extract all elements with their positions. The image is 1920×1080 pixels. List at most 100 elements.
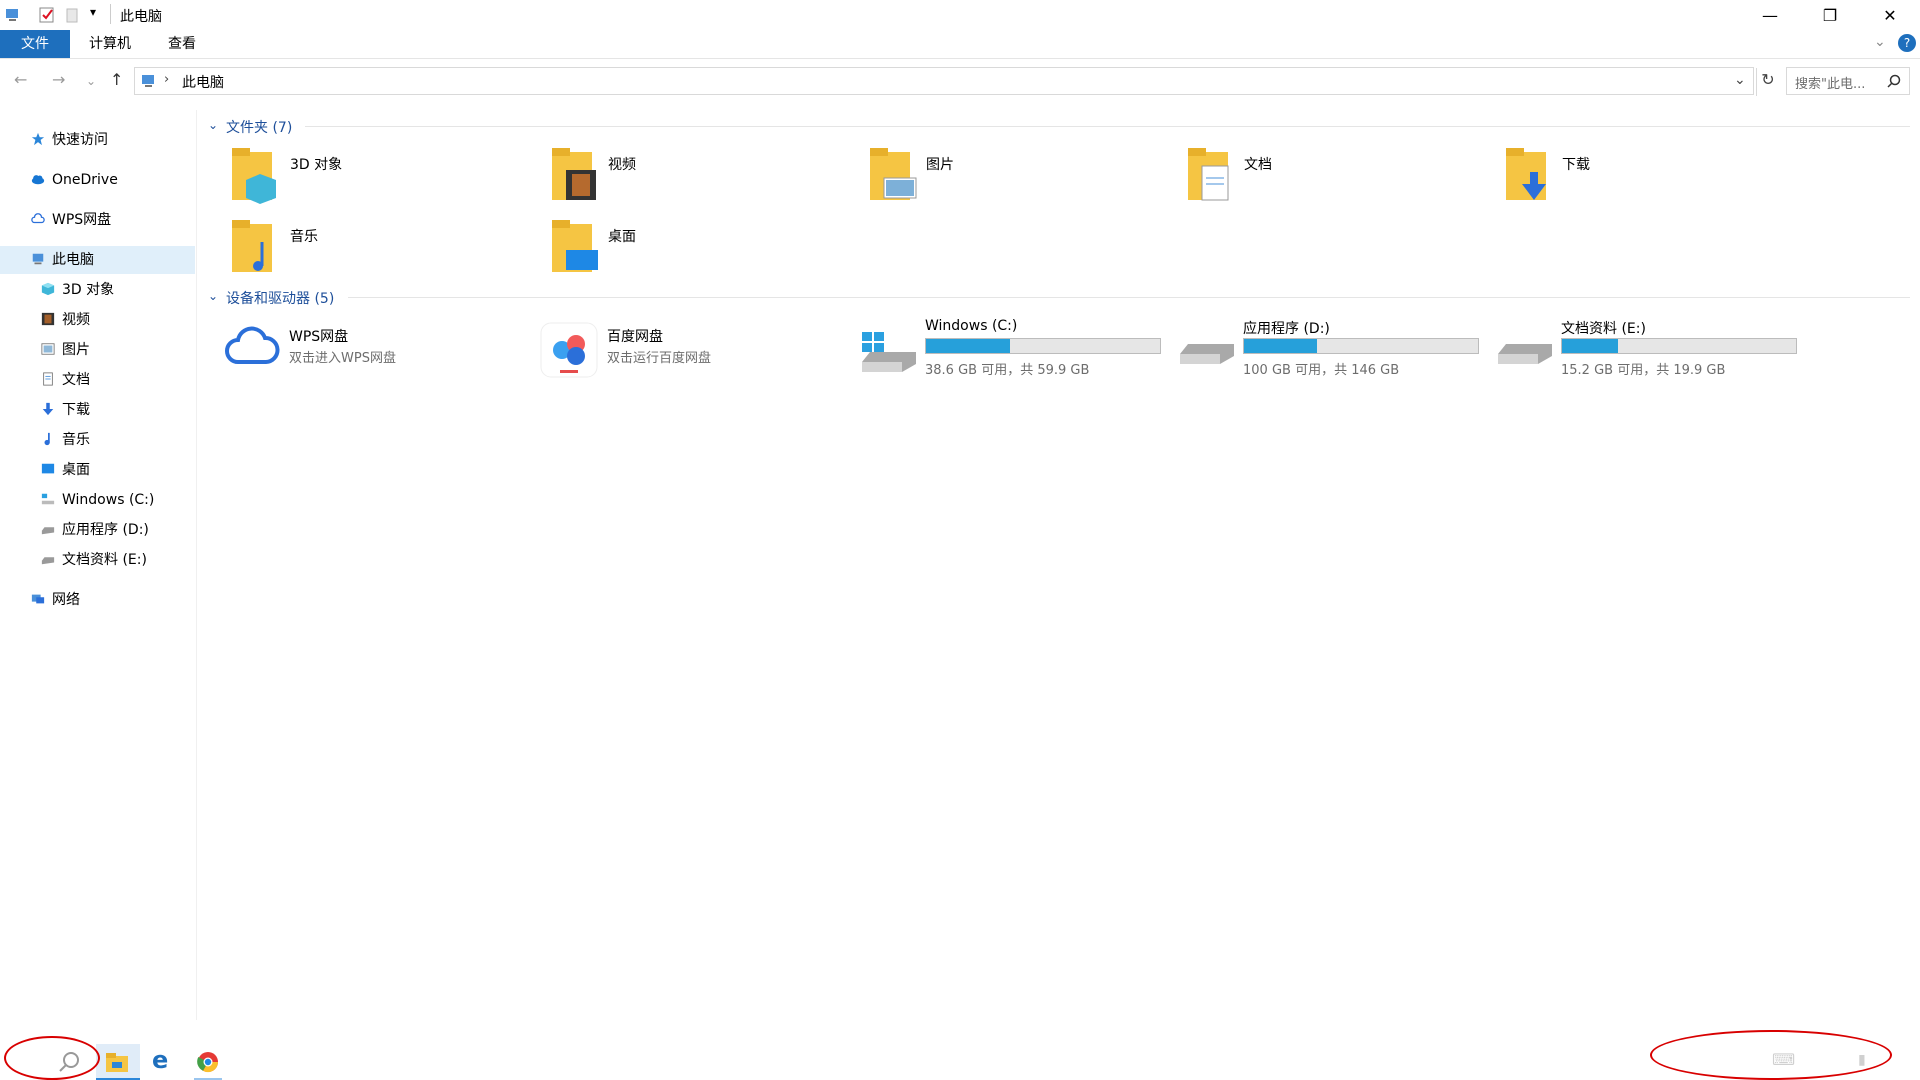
search-icon (1887, 74, 1901, 88)
sidebar-item-music[interactable]: 音乐 (40, 426, 90, 454)
drive-icon (41, 527, 55, 535)
device-drive-c[interactable]: Windows (C:) 38.6 GB 可用，共 59.9 GB (860, 314, 1161, 378)
downloads-folder-icon (1506, 148, 1546, 200)
windows-drive-icon (862, 332, 916, 372)
sidebar-item-label: 图片 (62, 342, 90, 358)
sidebar-item-documents[interactable]: 文档 (40, 366, 90, 394)
taskbar (0, 1040, 1920, 1080)
help-icon[interactable]: ? (1898, 34, 1916, 52)
folder-label: 视频 (608, 157, 636, 173)
annotation-oval (1650, 1030, 1892, 1080)
folder-label: 图片 (926, 157, 954, 173)
device-sub: 双击进入WPS网盘 (289, 351, 396, 366)
sidebar-item-quick-access[interactable]: 快速访问 (30, 126, 108, 154)
computer-icon (32, 253, 44, 265)
maximize-button[interactable]: ❐ (1800, 0, 1860, 30)
search-input[interactable]: 搜索"此电... (1786, 67, 1910, 95)
expand-ribbon-icon[interactable]: ⌄ (1874, 34, 1886, 50)
folder-pictures[interactable]: 图片 (870, 148, 1170, 208)
divider (348, 297, 1910, 298)
documents-folder-icon (1188, 148, 1229, 201)
file-explorer-icon[interactable] (104, 1050, 130, 1074)
network-icon (31, 594, 45, 604)
device-drive-d[interactable]: 应用程序 (D:) 100 GB 可用，共 146 GB (1178, 314, 1479, 378)
up-arrow-icon[interactable]: ↑ (110, 70, 123, 89)
sidebar-item-label: 音乐 (62, 432, 90, 448)
cloud-outline-icon (31, 213, 45, 224)
tab-computer[interactable]: 计算机 (76, 30, 144, 58)
collapse-chevron-icon[interactable]: ⌄ (208, 118, 218, 132)
sidebar-item-3d-objects[interactable]: 3D 对象 (40, 276, 114, 304)
sidebar-item-label: WPS网盘 (52, 212, 112, 228)
address-dropdown-icon[interactable]: ⌄ (1734, 72, 1746, 88)
document-icon (43, 372, 53, 386)
divider (110, 4, 111, 24)
drive-icon (1498, 344, 1552, 364)
tab-view[interactable]: 查看 (150, 30, 214, 58)
recent-locations-icon[interactable]: ⌄ (86, 74, 96, 88)
device-label: 文档资料 (E:) (1561, 321, 1646, 337)
edge-icon[interactable]: e (152, 1046, 168, 1074)
collapse-chevron-icon[interactable]: ⌄ (208, 289, 218, 303)
group-header-folders[interactable]: 文件夹 (7) (226, 117, 292, 137)
quick-access-dropdown-icon[interactable]: ▾ (90, 5, 96, 19)
device-label: 应用程序 (D:) (1243, 321, 1330, 337)
sidebar-item-drive-d[interactable]: 应用程序 (D:) (40, 516, 149, 544)
minimize-button[interactable]: — (1740, 0, 1800, 30)
folder-documents[interactable]: 文档 (1188, 148, 1488, 208)
sidebar-item-wps-cloud[interactable]: WPS网盘 (30, 206, 111, 234)
breadcrumb-chevron-icon[interactable]: › (164, 72, 169, 87)
sidebar-item-label: 桌面 (62, 462, 90, 478)
sidebar-item-videos[interactable]: 视频 (40, 306, 90, 334)
desktop-folder-icon (552, 220, 598, 272)
address-bar[interactable] (134, 67, 1754, 95)
refresh-icon[interactable]: ↻ (1756, 70, 1780, 89)
folder-downloads[interactable]: 下载 (1506, 148, 1806, 208)
sidebar-item-label: 快速访问 (52, 132, 108, 148)
drive-usage-bar (1561, 338, 1797, 354)
computer-icon (6, 9, 18, 21)
drive-usage-fill (926, 339, 1011, 353)
drive-icon (41, 557, 55, 565)
folder-3d-objects[interactable]: 3D 对象 (232, 148, 532, 208)
sidebar-item-onedrive[interactable]: OneDrive (30, 166, 118, 194)
device-sub: 双击运行百度网盘 (607, 351, 712, 366)
sidebar-item-desktop[interactable]: 桌面 (40, 456, 90, 484)
folder-videos[interactable]: 视频 (552, 148, 852, 208)
sidebar-item-drive-e[interactable]: 文档资料 (E:) (40, 546, 147, 574)
pictures-folder-icon (870, 148, 917, 200)
drive-usage-fill (1244, 339, 1317, 353)
tab-file[interactable]: 文件 (0, 30, 70, 58)
device-wps-cloud[interactable]: WPS网盘 双击进入WPS网盘 (222, 318, 522, 374)
folder-music[interactable]: 音乐 (232, 220, 532, 280)
sidebar-item-network[interactable]: 网络 (30, 586, 80, 614)
new-folder-icon[interactable] (64, 6, 82, 24)
device-sub: 100 GB 可用，共 146 GB (1243, 363, 1400, 378)
device-drive-e[interactable]: 文档资料 (E:) 15.2 GB 可用，共 19.9 GB (1496, 314, 1797, 378)
properties-icon[interactable] (38, 6, 56, 24)
film-icon (41, 312, 55, 326)
device-baidu-netdisk[interactable]: 百度网盘 双击运行百度网盘 (540, 318, 840, 378)
computer-icon (142, 75, 154, 87)
3d-objects-folder-icon (232, 148, 276, 204)
windows-drive-icon (41, 493, 55, 505)
picture-icon (41, 343, 55, 355)
sidebar-item-drive-c[interactable]: Windows (C:) (40, 486, 154, 514)
folder-label: 音乐 (290, 229, 318, 245)
forward-arrow-icon[interactable]: → (52, 70, 65, 89)
folder-label: 桌面 (608, 229, 636, 245)
breadcrumb[interactable]: 此电脑 (182, 72, 224, 92)
title-bar: ▾ 此电脑 — ❐ ✕ (0, 0, 1920, 30)
music-folder-icon (232, 220, 272, 272)
close-button[interactable]: ✕ (1860, 0, 1920, 30)
folder-desktop[interactable]: 桌面 (552, 220, 852, 280)
desktop-icon (41, 463, 55, 474)
sidebar-item-label: 下载 (62, 402, 90, 418)
sidebar-item-label: 文档资料 (E:) (62, 552, 147, 568)
chrome-icon[interactable] (196, 1050, 220, 1074)
back-arrow-icon[interactable]: ← (14, 70, 27, 89)
sidebar-item-downloads[interactable]: 下载 (40, 396, 90, 424)
sidebar-item-pictures[interactable]: 图片 (40, 336, 90, 364)
sidebar-item-this-pc[interactable]: 此电脑 (30, 246, 94, 274)
group-header-devices[interactable]: 设备和驱动器 (5) (226, 288, 334, 308)
